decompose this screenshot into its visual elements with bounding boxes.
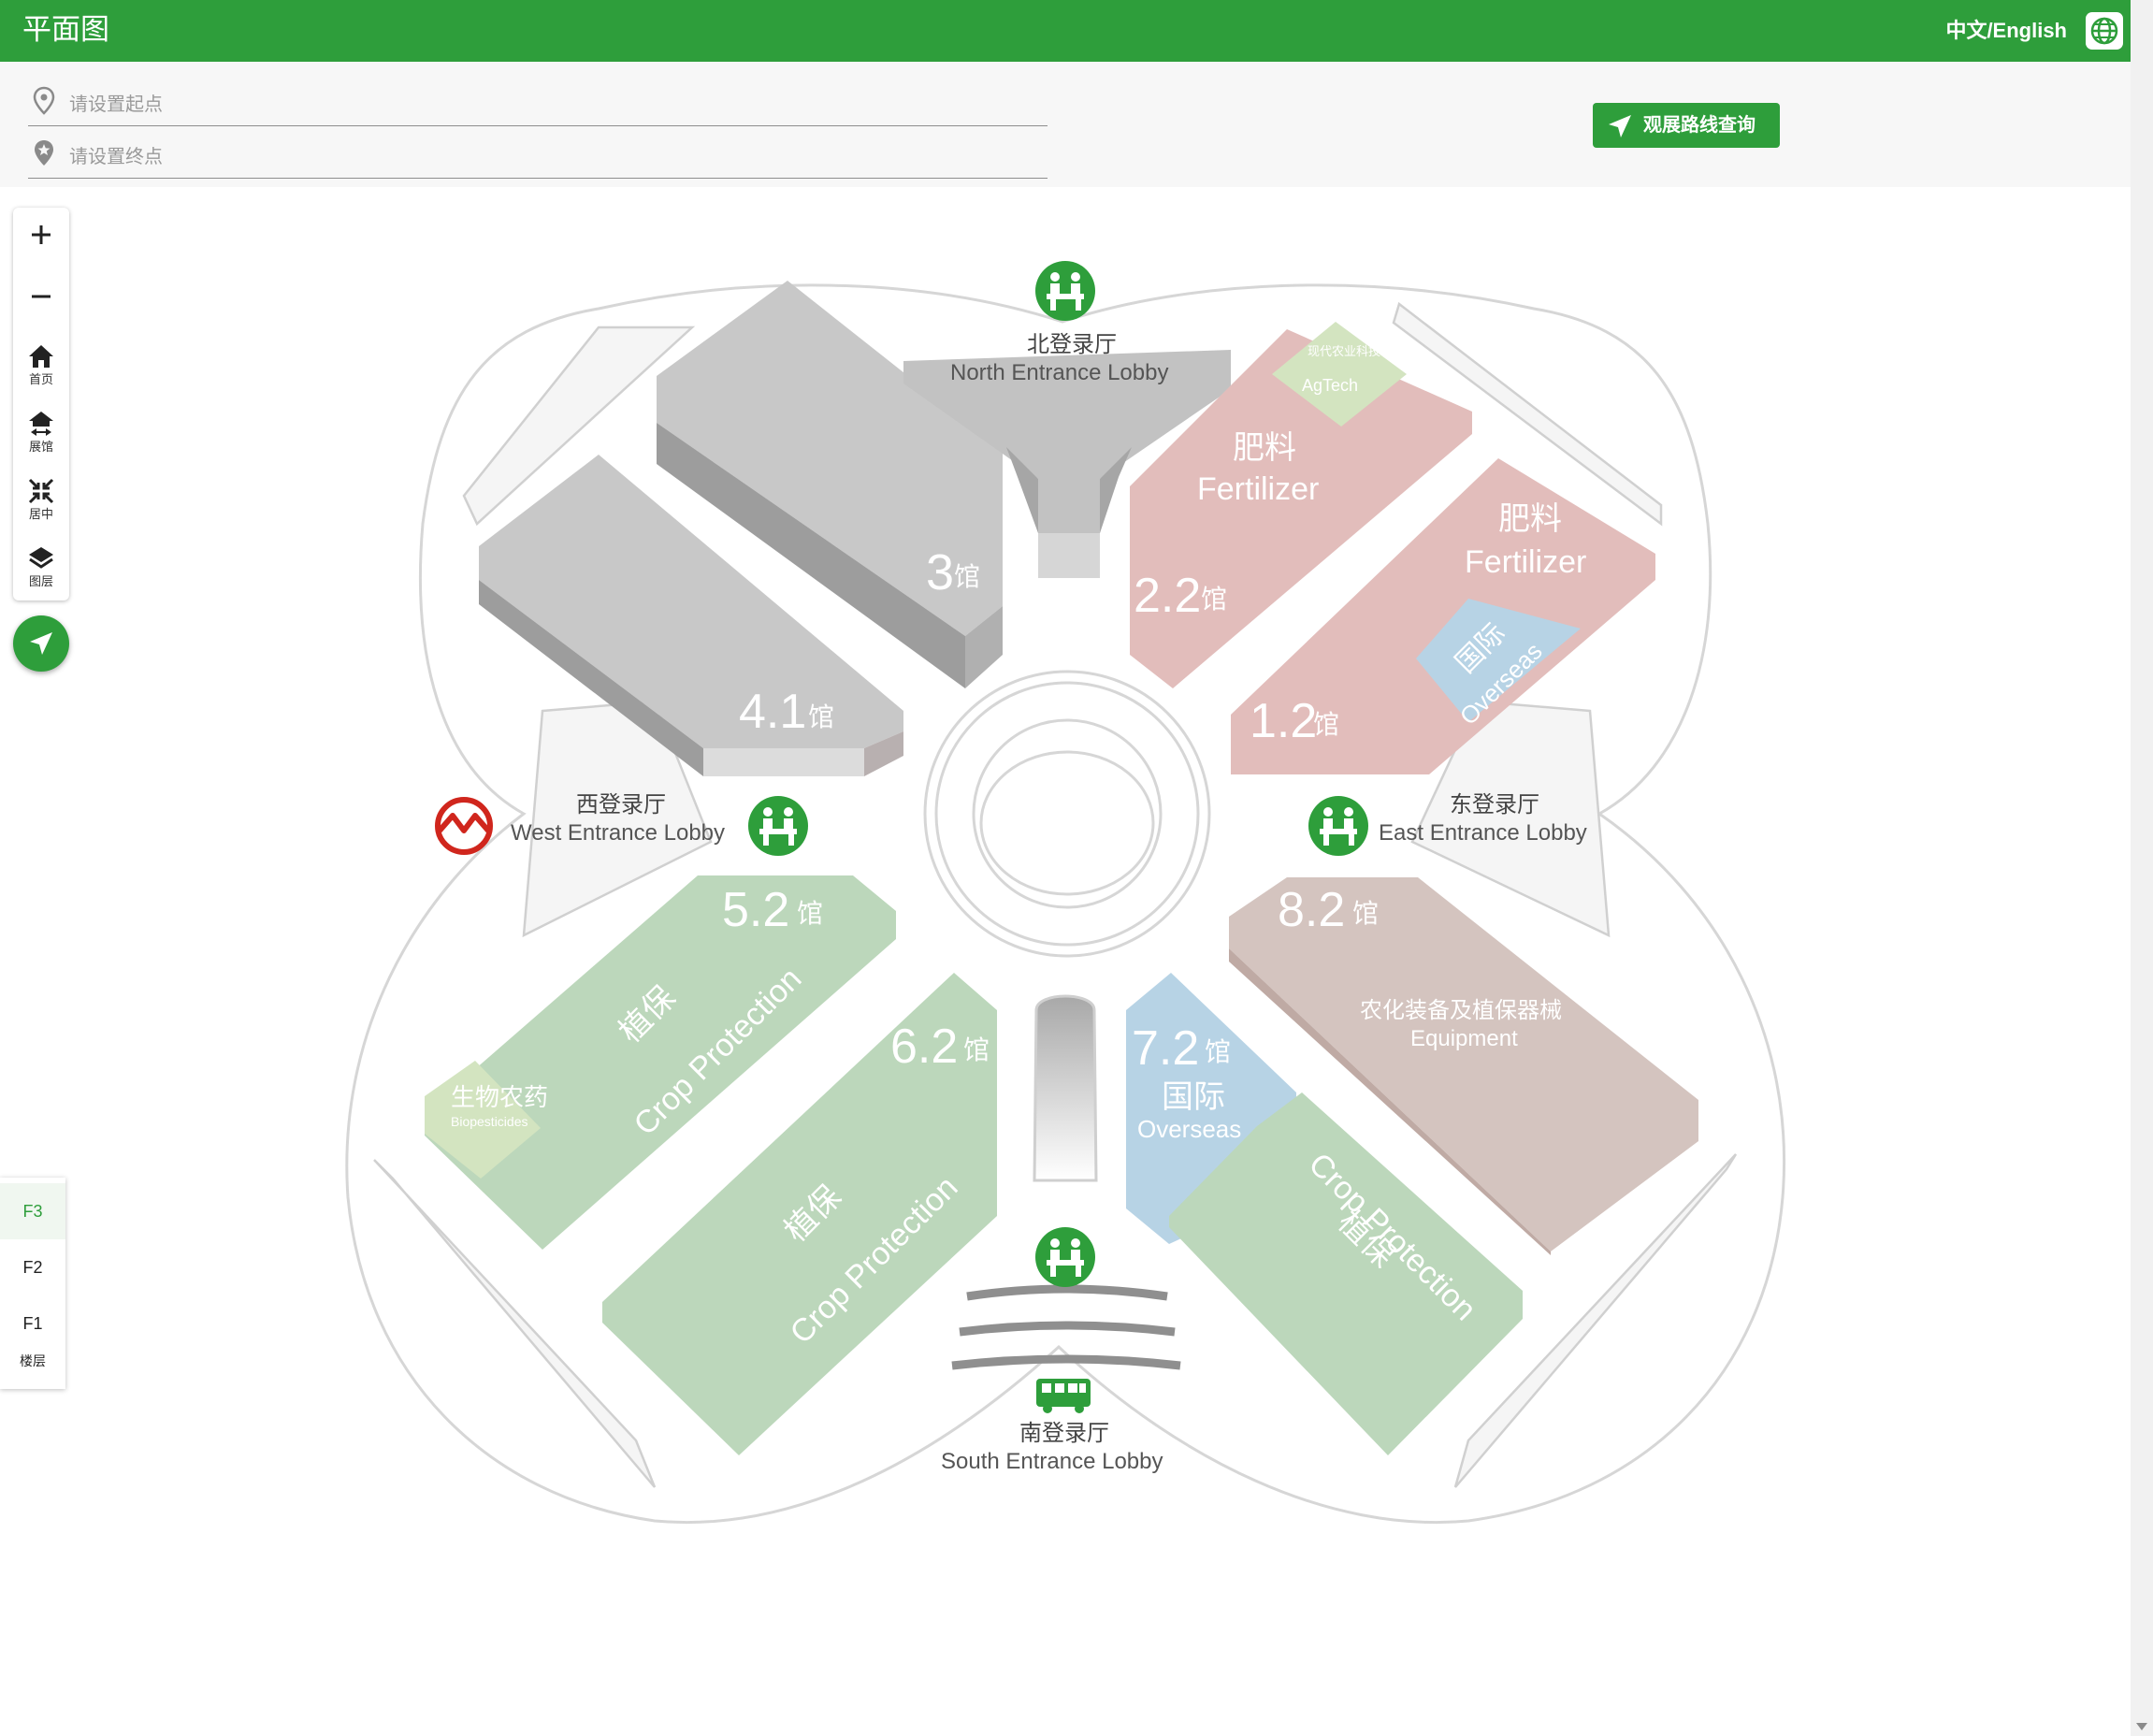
floor-map[interactable]: 3 馆 4.1 馆 现代农业科技 AgTech 肥料 Fertilizer 2.… <box>0 187 2131 1736</box>
halls-button[interactable]: 展馆 <box>13 410 69 455</box>
hall-5-2-sub-cn: 生物农药 <box>451 1083 548 1111</box>
route-planner <box>0 62 2131 187</box>
floor-selector: F3 F2 F1 楼层 <box>0 1178 65 1389</box>
end-point-field <box>28 129 1048 179</box>
center-icon <box>28 478 54 504</box>
reception-icon-west[interactable] <box>748 796 808 856</box>
floor-caption: 楼层 <box>20 1353 46 1368</box>
map-toolbar: 首页 展馆 居中 图层 <box>13 208 69 600</box>
home-label: 首页 <box>28 372 53 386</box>
hall-2-2-unit: 馆 <box>1201 585 1227 614</box>
north-lobby-cn: 北登录厅 <box>1027 332 1117 357</box>
floor-f1[interactable]: F1 <box>0 1295 65 1352</box>
floor-f3[interactable]: F3 <box>0 1183 65 1239</box>
home-icon <box>29 345 53 368</box>
top-bar: 平面图 中文/English <box>0 0 2131 62</box>
hall-3-unit: 馆 <box>954 562 980 591</box>
hall-6-2-unit: 馆 <box>963 1035 990 1064</box>
navigate-icon <box>1609 115 1631 137</box>
location-pin-icon <box>33 86 55 115</box>
hall-7-2-number: 7.2 <box>1132 1021 1199 1076</box>
hall-2-2-number: 2.2 <box>1134 569 1201 623</box>
hall-8-2-unit: 馆 <box>1352 899 1379 928</box>
west-lobby-cn: 西登录厅 <box>576 792 666 817</box>
start-point-input[interactable] <box>67 90 1034 120</box>
hall-7-2-sub-en: Overseas <box>1137 1115 1241 1143</box>
language-toggle[interactable]: 中文/English <box>1945 17 2067 45</box>
hall-2-2-sub-cn: 现代农业科技 <box>1308 344 1380 358</box>
reception-icon-south[interactable] <box>1035 1227 1095 1287</box>
hall-2-2-zone-cn: 肥料 <box>1233 430 1296 466</box>
hall-2-2-sub-en: AgTech <box>1302 376 1358 395</box>
east-lobby-en: East Entrance Lobby <box>1379 820 1587 846</box>
bus-icon[interactable] <box>1036 1379 1091 1413</box>
hall-1-2-unit: 馆 <box>1313 710 1339 739</box>
hall-1-2-zone-en: Fertilizer <box>1465 544 1586 580</box>
center-label: 居中 <box>28 507 53 521</box>
start-point-field <box>28 77 1048 126</box>
hall-4-1-unit: 馆 <box>808 702 834 731</box>
metro-logo[interactable] <box>435 797 493 855</box>
layers-label: 图层 <box>28 574 53 588</box>
reception-icon-north[interactable] <box>1035 261 1095 321</box>
destination-pin-icon <box>35 140 53 166</box>
page-title: 平面图 <box>22 13 109 46</box>
zoom-out-button[interactable] <box>13 282 69 311</box>
hall-2-2-zone-en: Fertilizer <box>1197 471 1319 507</box>
zoom-out-icon <box>32 295 51 298</box>
scrollbar-thumb[interactable] <box>2136 6 2147 1708</box>
center-button[interactable]: 居中 <box>13 477 69 522</box>
zoom-in-button[interactable] <box>13 221 69 249</box>
hall-1-2-number: 1.2 <box>1250 694 1317 748</box>
south-lobby-en: South Entrance Lobby <box>941 1449 1163 1474</box>
hall-8-2-number: 8.2 <box>1278 883 1345 937</box>
layers-button[interactable]: 图层 <box>13 544 69 589</box>
globe-icon <box>2090 17 2118 45</box>
hall-5-2-unit: 馆 <box>797 899 823 928</box>
west-lobby-en: West Entrance Lobby <box>511 820 725 846</box>
globe-button[interactable] <box>2086 12 2123 50</box>
hall-5-2-number: 5.2 <box>722 883 789 937</box>
hall-7-2-unit: 馆 <box>1205 1037 1231 1066</box>
floor-f2[interactable]: F2 <box>0 1239 65 1295</box>
hall-6-2-number: 6.2 <box>890 1020 958 1074</box>
hall-8-2-zone-cn: 农化装备及植保器械 <box>1360 998 1562 1023</box>
hall-7-2-sub-cn: 国际 <box>1162 1079 1225 1115</box>
reception-icon-east[interactable] <box>1308 796 1368 856</box>
hall-5-2-sub-en: Biopesticides <box>451 1114 528 1129</box>
zoom-in-icon <box>32 225 51 244</box>
east-lobby-cn: 东登录厅 <box>1450 792 1539 817</box>
route-query-button[interactable]: 观展路线查询 <box>1593 103 1780 148</box>
north-lobby-en: North Entrance Lobby <box>950 360 1168 385</box>
layers-icon <box>29 547 53 569</box>
south-lobby-cn: 南登录厅 <box>1019 1421 1109 1446</box>
navigate-icon <box>30 632 52 655</box>
hall-8-2-zone-en: Equipment <box>1410 1026 1518 1051</box>
hall-4-1-number: 4.1 <box>739 685 806 739</box>
hall-switch-icon <box>29 412 53 436</box>
scroll-down-arrow-icon[interactable] <box>2136 1723 2147 1730</box>
locate-button[interactable] <box>13 615 69 672</box>
route-query-label: 观展路线查询 <box>1643 115 1756 136</box>
scrollbar[interactable] <box>2131 0 2153 1736</box>
end-point-input[interactable] <box>67 142 1034 172</box>
home-button[interactable]: 首页 <box>13 342 69 387</box>
hall-3-number: 3 <box>926 544 954 600</box>
hall-1-2-zone-cn: 肥料 <box>1498 501 1562 537</box>
halls-label: 展馆 <box>28 440 53 454</box>
